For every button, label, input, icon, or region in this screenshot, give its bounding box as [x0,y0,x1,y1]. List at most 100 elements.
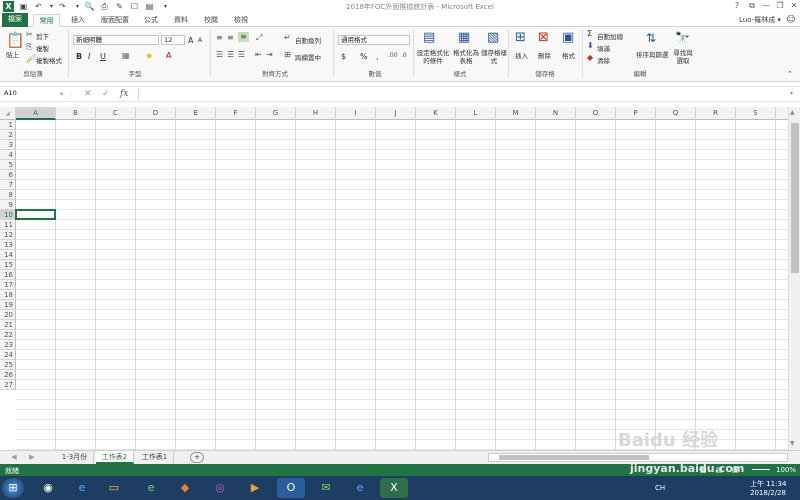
italic-button[interactable]: I [88,52,90,61]
language-indicator[interactable]: CH [655,484,665,492]
scroll-down-icon[interactable]: ▼ [790,440,795,447]
delete-cells-icon[interactable]: ⊠ [538,31,549,45]
currency-button[interactable]: $ [341,52,346,61]
row-header-17[interactable]: 17 [0,280,16,290]
quick-print-icon[interactable]: ⎙ [99,1,110,12]
clear-icon[interactable]: ◆ [587,53,593,63]
start-button-icon[interactable]: ⊞ [2,478,24,498]
row-header-16[interactable]: 16 [0,270,16,280]
font-name-dropdown[interactable]: 新細明體 [73,35,159,45]
column-header-n[interactable]: N [536,107,576,120]
name-box[interactable]: A10 [2,89,58,99]
fill-button[interactable]: 填滿 [597,43,610,53]
row-header-5[interactable]: 5 [0,160,16,170]
column-header-s[interactable]: S [736,107,776,120]
row-header-25[interactable]: 25 [0,360,16,370]
format-painter-button[interactable]: 複製格式 [36,55,62,65]
cell-styles-icon[interactable]: ▧ [487,31,499,45]
format-cells-button[interactable]: 格式 [562,50,575,60]
grow-font-button[interactable]: A [188,36,193,45]
align-right-icon[interactable]: ☰ [238,50,245,60]
decrease-decimal-icon[interactable]: .0 [401,51,407,61]
row-header-21[interactable]: 21 [0,320,16,330]
wrap-text-button[interactable]: 自動換列 [295,35,321,45]
horizontal-scrollbar[interactable] [488,453,788,462]
row-header-22[interactable]: 22 [0,330,16,340]
insert-cells-icon[interactable]: ⊞ [515,31,526,45]
form-icon[interactable]: ☐ [129,1,140,12]
fill-color-icon[interactable]: ◈ [146,51,152,61]
percent-button[interactable]: % [360,52,368,61]
print-preview-icon[interactable]: 🔍 [84,1,95,12]
clock-time[interactable]: 上午 11:34 [750,479,786,489]
shrink-font-button[interactable]: A [198,37,202,44]
format-cells-icon[interactable]: ▣ [562,31,574,45]
select-all-corner[interactable]: ◢ [0,107,16,120]
conditional-format-icon[interactable]: ▤ [423,31,435,45]
orientation-icon[interactable]: ⤢ [256,33,262,43]
border-icon[interactable]: ▦ [122,51,130,61]
horizontal-scroll-thumb[interactable] [499,455,649,460]
close-icon[interactable]: ✕ [787,0,800,13]
worksheet-grid[interactable] [16,120,788,450]
column-header-q[interactable]: Q [656,107,696,120]
paste-icon[interactable]: 📋 [6,32,25,48]
cut-icon[interactable]: ✂ [26,30,33,40]
explorer-icon[interactable]: ▭ [100,478,128,498]
ribbon-display-icon[interactable]: ⧉ [745,0,759,13]
row-header-20[interactable]: 20 [0,310,16,320]
underline-button[interactable]: U [100,52,106,61]
browser-icon[interactable]: e [137,478,165,498]
redo-dropdown-icon[interactable]: ▾ [72,1,83,12]
clear-button[interactable]: 清除 [597,55,610,65]
column-header-c[interactable]: C [96,107,136,120]
customize-qa-icon[interactable]: ▾ [160,1,171,12]
expand-formula-icon[interactable]: ▾ [790,90,793,97]
column-header-k[interactable]: K [416,107,456,120]
delete-cells-button[interactable]: 刪除 [538,50,551,60]
format-painter-icon[interactable]: 🖌 [26,54,36,64]
column-header-p[interactable]: P [616,107,656,120]
merge-center-button[interactable]: 跨欄置中 [295,52,321,62]
clock-date[interactable]: 2018/2/28 [750,489,786,497]
spell-icon[interactable]: ✎ [114,1,125,12]
fox-app-icon[interactable]: ◆ [171,478,199,498]
row-header-10[interactable]: 10 [0,210,16,220]
find-select-button[interactable]: 尋找與選取 [672,49,694,65]
tab-view[interactable]: 檢視 [228,14,254,27]
sheet-tab[interactable]: 1-3月份 [56,451,94,464]
column-header-e[interactable]: E [176,107,216,120]
tab-page-layout[interactable]: 版面配置 [96,14,134,27]
save-icon[interactable]: ▣ [18,1,29,12]
fill-icon[interactable]: ⬇ [587,41,594,51]
column-header-f[interactable]: F [216,107,256,120]
enter-icon[interactable]: ✓ [102,89,110,99]
row-header-23[interactable]: 23 [0,340,16,350]
column-header-j[interactable]: J [376,107,416,120]
column-header-h[interactable]: H [296,107,336,120]
form2-icon[interactable]: ▤ [144,1,155,12]
undo-dropdown-icon[interactable]: ▾ [46,1,57,12]
row-header-24[interactable]: 24 [0,350,16,360]
row-header-14[interactable]: 14 [0,250,16,260]
user-avatar-icon[interactable]: ☺ [784,14,798,27]
insert-function-icon[interactable]: fx [120,89,128,99]
column-header-d[interactable]: D [136,107,176,120]
format-table-button[interactable]: 格式化為表格 [452,49,480,65]
autosum-button[interactable]: 自動加總 [597,31,623,41]
row-header-4[interactable]: 4 [0,150,16,160]
zoom-slider[interactable] [752,469,770,470]
copy-button[interactable]: 複製 [36,43,49,53]
ie2-icon[interactable]: e [346,478,374,498]
row-header-3[interactable]: 3 [0,140,16,150]
ie-icon[interactable]: e [68,478,96,498]
account-name[interactable]: Luo-羅林成 ▾ [736,14,784,27]
bold-button[interactable]: B [76,52,82,61]
tab-review[interactable]: 校閱 [198,14,224,27]
formula-input[interactable] [140,88,788,101]
tab-formulas[interactable]: 公式 [138,14,164,27]
align-left-icon[interactable]: ☰ [216,50,223,60]
column-header-a[interactable]: A [16,107,56,120]
row-header-11[interactable]: 11 [0,220,16,230]
restore-icon[interactable]: ❐ [773,0,787,13]
